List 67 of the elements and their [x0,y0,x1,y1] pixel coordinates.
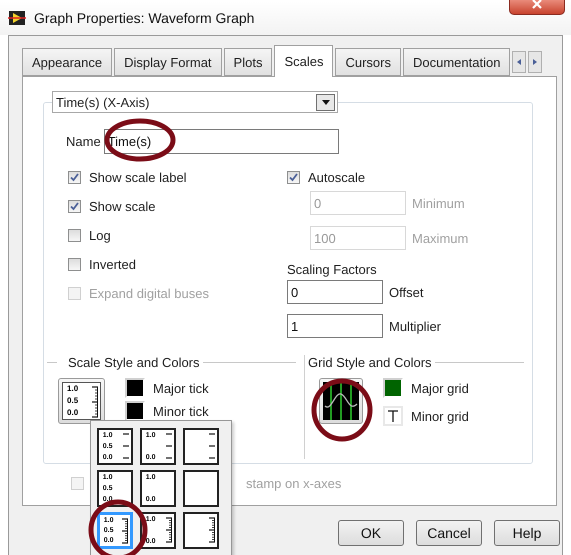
tick-marks-icon [209,516,215,544]
checkbox[interactable] [68,170,81,184]
checkbox-label: Show scale [89,198,156,214]
left-arrow-icon [517,59,522,65]
checkbox[interactable] [68,200,81,212]
field-label: Name [66,134,101,149]
scale-style-button[interactable]: 1.0 0.5 0.0 [58,378,105,424]
tick-marks-icon [166,432,172,460]
color-label: Minor grid [411,408,469,424]
checkbox-label: Inverted [89,256,136,272]
window-title: Graph Properties: Waveform Graph [34,10,254,26]
tab[interactable]: Cursors [335,48,401,76]
close-button[interactable] [509,0,565,15]
dialog-button[interactable]: Cancel [416,520,482,546]
name-field[interactable]: Time(s) [104,129,339,154]
tab[interactable]: Plots [224,48,272,76]
right-arrow-icon [533,59,538,65]
checkbox-label: Show scale label [89,170,187,184]
scroll-left-button[interactable] [512,51,526,73]
checkbox-label: Log [89,228,111,242]
checkbox[interactable] [71,477,84,490]
checkbox-label: Autoscale [308,170,366,184]
color-label: Minor tick [153,404,209,418]
tick-marks-icon [92,385,98,419]
checkbox-label: Expand digital buses [89,286,209,300]
scroll-right-button[interactable] [528,51,542,73]
tick-marks-icon [166,516,172,544]
color-swatch[interactable] [125,378,145,398]
section-heading: Grid Style and Colors [308,355,432,370]
color-swatch[interactable] [125,401,145,421]
scale-value: 0.0 [66,409,80,417]
t-shape-icon [388,410,398,422]
transparent-color-button[interactable] [383,406,403,426]
axis-dropdown[interactable]: Time(s) (X-Axis) [52,91,338,113]
scale-value: 0.5 [66,397,80,405]
field-label: Offset [389,284,424,300]
field-label: Multiplier [389,318,442,334]
scale-style-option[interactable] [183,470,219,507]
field-label: Maximum [412,230,468,246]
checkbox[interactable] [287,170,300,184]
tick-marks-icon [123,432,129,460]
factor-field[interactable]: 0 [287,280,383,304]
checkbox[interactable] [68,258,81,270]
dialog-button[interactable]: Help [494,520,560,546]
tick-marks-icon [209,432,215,460]
tab[interactable]: Display Format [114,48,222,76]
scale-style-option[interactable] [183,512,219,549]
app-icon [8,10,26,26]
color-swatch[interactable] [383,378,403,398]
tick-marks-icon [122,517,128,545]
tab[interactable]: Appearance [22,48,112,76]
color-label: Major tick [153,380,209,396]
checkbox[interactable] [68,228,81,242]
factor-field[interactable]: 1 [287,314,383,338]
field-label: Minimum [412,196,465,210]
waveform-grid-icon [323,382,359,420]
color-label: Major grid [411,380,469,396]
section-heading: Scale Style and Colors [68,355,200,370]
dropdown-arrow-icon [322,100,330,104]
dialog-button[interactable]: OK [338,520,404,546]
tab[interactable]: Documentation [403,48,510,76]
scaling-factors-heading: Scaling Factors [287,262,377,277]
checkbox-label: stamp on x-axes [246,476,342,491]
scale-value: 1.0 [66,385,80,393]
tab[interactable]: Scales [274,45,334,77]
close-icon [531,0,543,9]
scale-style-option[interactable] [183,428,219,465]
